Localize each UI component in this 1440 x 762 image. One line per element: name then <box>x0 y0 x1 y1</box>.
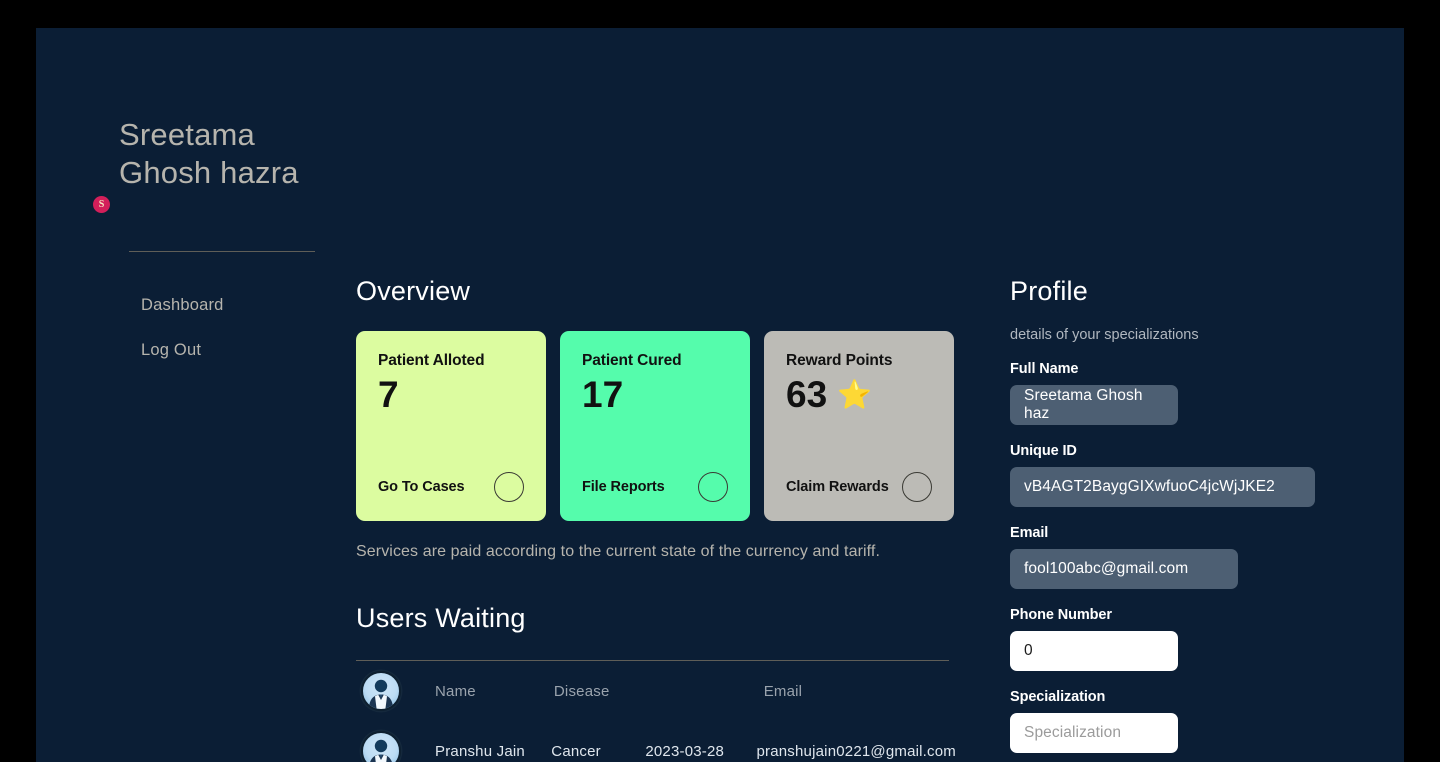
user-badge-icon: S <box>93 196 110 213</box>
stat-card-label: Reward Points <box>786 352 893 369</box>
field-phone-number: Phone Number 0 <box>1010 607 1350 671</box>
overview-cards: Patient Alloted 7 Go To Cases Patient Cu… <box>356 331 956 521</box>
stat-card-value: 17 <box>582 374 624 415</box>
stat-card-footer: Claim Rewards <box>786 472 932 502</box>
stat-card-reward-points[interactable]: Reward Points 63 ⭐ Claim Rewards <box>764 331 954 521</box>
stat-card-value-wrap: 7 <box>378 374 524 415</box>
stat-card-value: 63 <box>786 374 828 415</box>
go-to-cases-button[interactable]: Go To Cases <box>378 479 465 495</box>
cell-email: pranshujain0221@gmail.com <box>756 742 956 760</box>
star-icon: ⭐ <box>837 379 873 411</box>
table-row[interactable]: Pranshu Jain Cancer 2023-03-28 pranshuja… <box>356 721 956 762</box>
stat-card-label: Patient Alloted <box>378 352 485 369</box>
avatar-icon <box>361 671 401 711</box>
column-header-name: Name <box>435 682 476 700</box>
stat-card-patient-alloted[interactable]: Patient Alloted 7 Go To Cases <box>356 331 546 521</box>
overview-note: Services are paid according to the curre… <box>356 543 881 560</box>
cell-disease: Cancer <box>551 742 601 760</box>
field-label-unique-id: Unique ID <box>1010 443 1077 459</box>
users-waiting-title: Users Waiting <box>356 603 526 633</box>
profile-panel: Profile details of your specializations … <box>1010 276 1350 753</box>
field-label-specialization: Specialization <box>1010 689 1106 705</box>
sidebar: S Sreetama Ghosh hazra Dashboard Log Out <box>93 84 345 360</box>
table-header-row: Name Disease Email <box>356 661 956 721</box>
stat-card-label: Patient Cured <box>582 352 682 369</box>
stat-card-value: 7 <box>378 374 399 415</box>
column-header-disease: Disease <box>553 682 610 700</box>
phone-number-input[interactable]: 0 <box>1010 631 1178 671</box>
app-panel: S Sreetama Ghosh hazra Dashboard Log Out… <box>36 28 1404 762</box>
field-label-email: Email <box>1010 525 1049 541</box>
email-input[interactable]: fool100abc@gmail.com <box>1010 549 1238 589</box>
field-full-name: Full Name Sreetama Ghosh haz <box>1010 361 1350 425</box>
sidebar-item-logout[interactable]: Log Out <box>141 341 345 360</box>
profile-subtitle: details of your specializations <box>1010 327 1199 343</box>
unique-id-input[interactable]: vB4AGT2BaygGIXwfuoC4jcWjJKE2 <box>1010 467 1315 507</box>
stat-card-value-wrap: 17 <box>582 374 728 415</box>
sidebar-divider <box>129 251 315 252</box>
field-specialization: Specialization Specialization <box>1010 689 1350 753</box>
field-unique-id: Unique ID vB4AGT2BaygGIXwfuoC4jcWjJKE2 <box>1010 443 1350 507</box>
cell-date: 2023-03-28 <box>645 742 725 760</box>
field-label-phone-number: Phone Number <box>1010 607 1112 623</box>
avatar-icon <box>361 731 401 762</box>
sidebar-item-dashboard[interactable]: Dashboard <box>141 296 345 315</box>
specialization-input[interactable]: Specialization <box>1010 713 1178 753</box>
circle-button-icon[interactable] <box>902 472 932 502</box>
stat-card-footer: Go To Cases <box>378 472 524 502</box>
field-label-full-name: Full Name <box>1010 361 1079 377</box>
sidebar-user-name: Sreetama Ghosh hazra <box>119 117 299 190</box>
sidebar-user-block: S Sreetama Ghosh hazra <box>93 84 345 224</box>
stat-card-patient-cured[interactable]: Patient Cured 17 File Reports <box>560 331 750 521</box>
overview-title: Overview <box>356 276 471 306</box>
circle-button-icon[interactable] <box>698 472 728 502</box>
cell-name: Pranshu Jain <box>435 742 525 760</box>
full-name-input[interactable]: Sreetama Ghosh haz <box>1010 385 1178 425</box>
column-header-email: Email <box>763 682 803 700</box>
file-reports-button[interactable]: File Reports <box>582 479 665 495</box>
stat-card-footer: File Reports <box>582 472 728 502</box>
stat-card-value-wrap: 63 ⭐ <box>786 374 932 415</box>
circle-button-icon[interactable] <box>494 472 524 502</box>
main-content: Overview Patient Alloted 7 Go To Cases P… <box>356 276 956 762</box>
users-waiting-divider <box>356 660 949 661</box>
profile-title: Profile <box>1010 276 1088 306</box>
field-email: Email fool100abc@gmail.com <box>1010 525 1350 589</box>
users-waiting-section: Users Waiting Name Disease Email Pranshu… <box>356 603 956 762</box>
claim-rewards-button[interactable]: Claim Rewards <box>786 479 889 495</box>
